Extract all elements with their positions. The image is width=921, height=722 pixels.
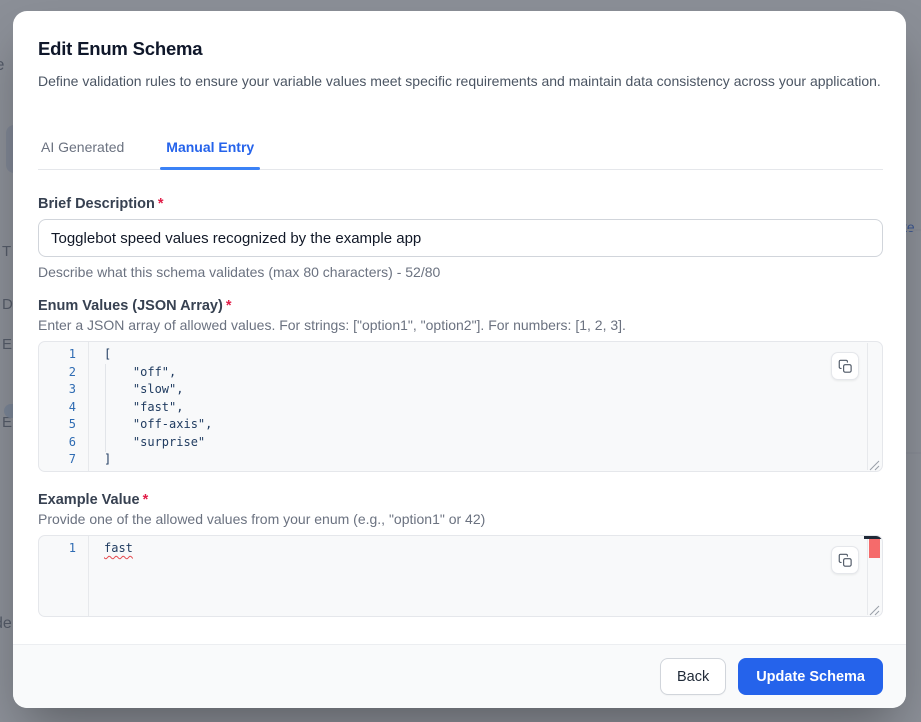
resize-grip-icon [869, 605, 880, 616]
code-line: 3 "slow", [39, 381, 882, 399]
code-line: 1fast [39, 540, 882, 558]
line-number: 2 [39, 364, 89, 382]
line-number: 3 [39, 381, 89, 399]
code-line: 6 "surprise" [39, 434, 882, 452]
tab-bar: AI Generated Manual Entry [38, 139, 883, 170]
copy-icon [838, 359, 853, 374]
code-area: 1fast [39, 536, 882, 558]
resize-handle[interactable] [869, 603, 880, 614]
copy-button[interactable] [831, 352, 859, 380]
example-value-label: Example Value* [38, 492, 883, 508]
line-number: 5 [39, 416, 89, 434]
resize-grip-icon [869, 460, 880, 471]
code-line: 1[ [39, 346, 882, 364]
modal-footer: Back Update Schema [13, 644, 906, 708]
code-line: 4 "fast", [39, 399, 882, 417]
resize-handle[interactable] [869, 458, 880, 469]
tab-manual-entry[interactable]: Manual Entry [166, 139, 254, 169]
required-asterisk: * [158, 196, 164, 212]
enum-values-helper: Enter a JSON array of allowed values. Fo… [38, 317, 883, 333]
modal-description: Define validation rules to ensure your v… [38, 71, 883, 93]
error-annotation-marker [869, 539, 880, 558]
code-text: ] [89, 451, 111, 469]
code-text: "off-axis", [89, 416, 212, 434]
code-area: 1[ 2 "off", 3 "slow", 4 "fast", 5 "off-a… [39, 342, 882, 469]
code-line: 7] [39, 451, 882, 469]
code-text: "fast", [89, 399, 183, 417]
required-asterisk: * [226, 298, 232, 314]
code-text: [ [89, 346, 111, 364]
required-asterisk: * [143, 492, 149, 508]
copy-icon [838, 553, 853, 568]
modal-title: Edit Enum Schema [38, 38, 883, 60]
brief-description-input[interactable] [38, 219, 883, 257]
code-text: "off", [89, 364, 176, 382]
code-text: "surprise" [89, 434, 205, 452]
brief-description-helper: Describe what this schema validates (max… [38, 264, 883, 280]
copy-button[interactable] [831, 546, 859, 574]
code-line: 5 "off-axis", [39, 416, 882, 434]
code-line: 2 "off", [39, 364, 882, 382]
enum-values-editor[interactable]: 1[ 2 "off", 3 "slow", 4 "fast", 5 "off-a… [38, 341, 883, 472]
code-text-with-error: fast [89, 540, 133, 558]
example-value-editor[interactable]: 1fast [38, 535, 883, 617]
line-number: 4 [39, 399, 89, 417]
back-button[interactable]: Back [660, 658, 726, 695]
tab-ai-generated[interactable]: AI Generated [41, 139, 124, 169]
example-value-helper: Provide one of the allowed values from y… [38, 511, 883, 527]
line-number: 6 [39, 434, 89, 452]
enum-values-label: Enum Values (JSON Array)* [38, 298, 883, 314]
line-number: 1 [39, 346, 89, 364]
brief-description-label: Brief Description* [38, 196, 883, 212]
edit-enum-schema-modal: Edit Enum Schema Define validation rules… [13, 11, 906, 708]
update-schema-button[interactable]: Update Schema [738, 658, 883, 695]
line-number: 1 [39, 540, 89, 558]
line-number: 7 [39, 451, 89, 469]
code-text: "slow", [89, 381, 183, 399]
